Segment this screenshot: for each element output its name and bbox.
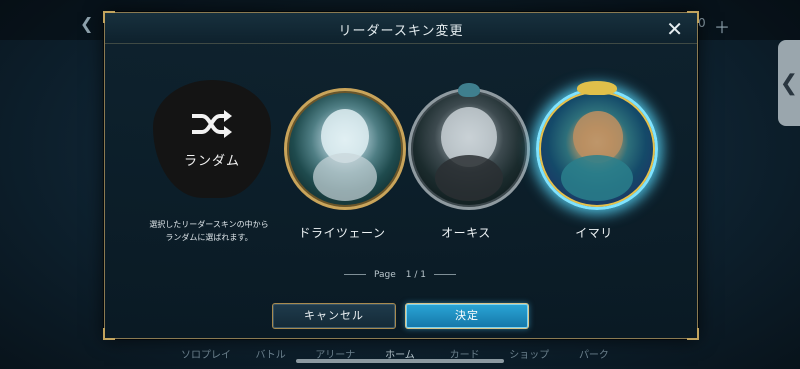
cancel-button[interactable]: キャンセル <box>272 303 396 329</box>
close-icon[interactable]: ✕ <box>666 17 683 41</box>
corner-ornament <box>687 11 699 23</box>
side-panel-tab[interactable]: ❮ <box>778 40 800 126</box>
nav-item-park[interactable]: パーク <box>568 346 620 361</box>
drei-label: ドライツェーン <box>298 226 386 240</box>
corner-ornament <box>103 11 115 23</box>
divider <box>434 274 457 275</box>
divider <box>343 274 366 275</box>
nav-item-battle[interactable]: バトル <box>245 346 297 361</box>
ornament-icon <box>458 83 480 97</box>
okis-portrait <box>408 83 530 210</box>
corner-ornament <box>687 328 699 340</box>
crown-icon <box>577 81 617 95</box>
home-indicator <box>296 359 504 363</box>
chevron-left-icon: ❮ <box>779 70 799 96</box>
imari-label: イマリ <box>575 226 613 240</box>
nav-item-solo[interactable]: ソロプレイ <box>180 346 232 361</box>
currency-value: 0 <box>698 16 706 30</box>
character-outfit <box>435 155 503 201</box>
pagination: Page 1 / 1 <box>0 270 800 280</box>
dialog-title: リーダースキン変更 <box>338 24 464 39</box>
page-label: Page <box>373 270 396 280</box>
back-arrow-icon[interactable]: ❮ <box>80 14 93 33</box>
character-outfit <box>313 153 377 201</box>
random-label: ランダム <box>183 154 240 169</box>
add-currency-icon[interactable]: ＋ <box>714 14 730 38</box>
drei-portrait <box>284 88 406 210</box>
character-outfit <box>561 155 633 201</box>
corner-ornament <box>103 328 115 340</box>
nav-item-shop[interactable]: ショップ <box>503 346 555 361</box>
random-description-text: 選択したリーダースキンの中から ランダムに選ばれます。 <box>149 220 269 242</box>
imari-portrait <box>536 81 658 210</box>
page-separator: / <box>414 270 418 280</box>
shuffle-icon <box>187 108 237 148</box>
random-description: 選択したリーダースキンの中から ランダムに選ばれます。 <box>134 218 284 244</box>
page-total: 1 <box>420 270 427 280</box>
confirm-button[interactable]: 決定 <box>405 303 529 329</box>
okis-label: オーキス <box>441 226 491 240</box>
page-current: 1 <box>405 270 412 280</box>
